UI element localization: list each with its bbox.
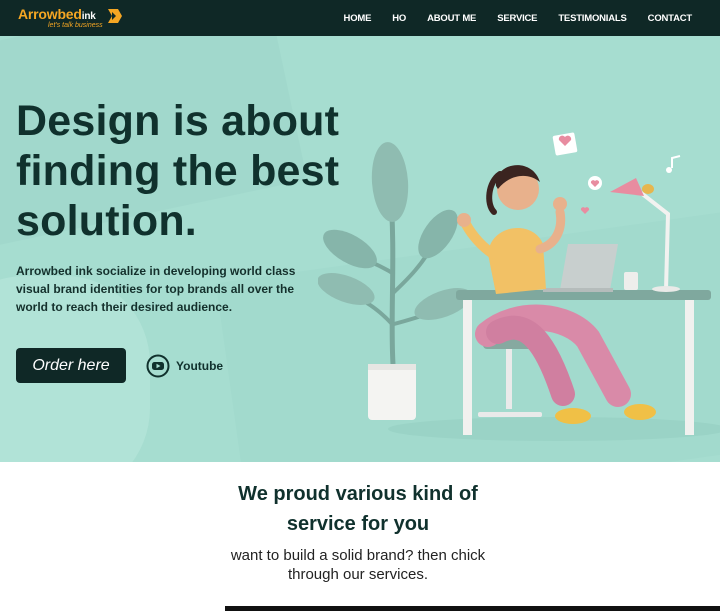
order-here-button[interactable]: Order here — [16, 348, 126, 383]
headline-line: solution. — [16, 197, 197, 245]
services-subtitle-line: want to build a solid brand? then chick — [230, 547, 486, 564]
youtube-link[interactable]: Youtube — [146, 354, 223, 378]
hero-section: Design is about finding the best solutio… — [0, 36, 720, 462]
nav-about-me[interactable]: ABOUT ME — [427, 13, 476, 24]
services-subtitle-line: through our services. — [287, 566, 429, 583]
logo-tagline: let's talk business — [48, 22, 103, 29]
youtube-play-icon — [146, 354, 170, 378]
logo-name-part2: ink — [81, 11, 96, 22]
services-subtitle: want to build a solid brand? then chick … — [0, 546, 716, 584]
hero-description: Arrowbed ink socialize in developing wor… — [16, 264, 296, 314]
nav-contact[interactable]: CONTACT — [648, 13, 693, 24]
nav-testimonials[interactable]: TESTIMONIALS — [558, 13, 627, 24]
top-navbar: Arrowbedink let's talk business HOME HO … — [0, 0, 720, 36]
services-section: We proud various kind of service for you… — [0, 462, 720, 611]
services-title-line: We proud various kind of — [238, 483, 478, 505]
headline-line: Design is about — [16, 97, 340, 145]
logo-wordmark: Arrowbedink — [18, 6, 96, 22]
nav-ho[interactable]: HO — [392, 13, 406, 24]
services-title-line: service for you — [286, 513, 430, 535]
youtube-label: Youtube — [176, 359, 224, 373]
services-title: We proud various kind of service for you — [0, 479, 716, 539]
arrow-logo-icon — [108, 9, 122, 23]
logo-name-part1: Arrowbed — [18, 6, 82, 22]
hero-illustration — [318, 132, 720, 441]
nav-home[interactable]: HOME — [344, 13, 372, 24]
main-menu: HOME HO ABOUT ME SERVICE TESTIMONIALS CO… — [323, 0, 693, 36]
brand-logo[interactable]: Arrowbedink let's talk business — [18, 6, 128, 32]
nav-service[interactable]: SERVICE — [497, 13, 537, 24]
bottom-divider — [225, 606, 720, 611]
headline-line: finding the best — [16, 147, 340, 195]
